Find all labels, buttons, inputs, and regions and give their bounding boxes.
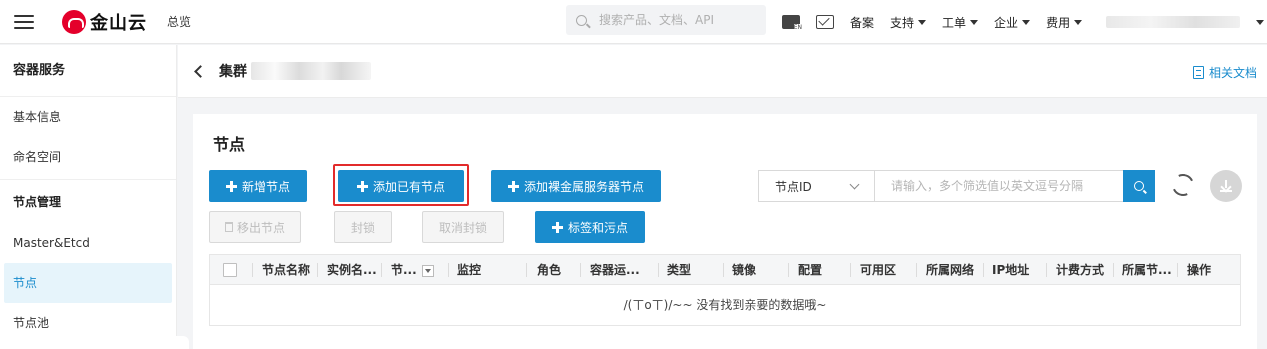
chevron-down-icon	[849, 179, 860, 190]
topnav-beian[interactable]: 备案	[850, 14, 874, 31]
topnav-enterprise[interactable]: 企业	[994, 14, 1031, 31]
topnav-ticket[interactable]: 工单	[942, 14, 979, 31]
brand-logo[interactable]: 金山云	[62, 9, 147, 35]
caret-down-icon	[1022, 19, 1031, 25]
topnav-billing[interactable]: 费用	[1046, 14, 1083, 31]
plus-icon	[551, 221, 563, 233]
select-all-checkbox[interactable]	[223, 263, 237, 277]
col-instance-name[interactable]: 实例名...	[327, 255, 377, 285]
add-baremetal-node-button[interactable]: 添加裸金属服务器节点	[491, 170, 661, 202]
col-monitor[interactable]: 监控	[457, 255, 481, 285]
page-header: 集群 相关文档	[178, 45, 1267, 98]
col-container-runtime[interactable]: 容器运...	[590, 255, 640, 285]
uncordon-button[interactable]: 取消封锁	[422, 211, 504, 243]
sidebar-item-node-pool[interactable]: 节点池	[0, 303, 176, 343]
filter-field-select[interactable]: 节点ID	[759, 171, 875, 201]
col-node-name[interactable]: 节点名称	[262, 255, 310, 285]
col-image[interactable]: 镜像	[732, 255, 756, 285]
translate-icon[interactable]	[782, 15, 803, 31]
empty-state-message: /(ㄒoㄒ)/~~ 没有找到亲要的数据哦~	[623, 298, 827, 312]
col-role[interactable]: 角色	[537, 255, 561, 285]
menu-icon[interactable]	[14, 14, 34, 29]
caret-down-icon	[970, 19, 979, 25]
cloud-logo-icon	[62, 9, 86, 34]
col-node-status[interactable]: 节...	[391, 255, 434, 285]
sidebar-group-node-management[interactable]: 节点管理	[0, 179, 176, 223]
nodes-panel: 节点 新增节点 添加已有节点 添加裸金属服务器节点 移出节点 封锁 取消封锁 标…	[193, 114, 1257, 349]
sidebar: 容器服务 基本信息 命名空间 节点管理 Master&Etcd 节点 节点池	[0, 45, 177, 349]
add-node-button[interactable]: 新增节点	[209, 170, 307, 202]
col-config[interactable]: 配置	[798, 255, 822, 285]
sidebar-item-namespace[interactable]: 命名空间	[0, 137, 176, 177]
search-icon	[576, 14, 587, 26]
caret-down-icon	[1074, 19, 1083, 25]
table-header: 节点名称 实例名... 节... 监控 角色 容器运... 类型 镜像 配置 可…	[210, 255, 1240, 285]
sidebar-collapse-handle[interactable]	[175, 336, 189, 349]
col-actions: 操作	[1187, 263, 1212, 277]
refresh-icon[interactable]	[1168, 170, 1198, 200]
related-docs-label: 相关文档	[1208, 66, 1257, 80]
filter-search-button[interactable]	[1123, 170, 1155, 202]
topnav-support[interactable]: 支持	[890, 14, 927, 31]
cluster-name-redacted	[251, 62, 371, 80]
remove-node-button[interactable]: 移出节点	[209, 211, 301, 243]
nodes-table: 节点名称 实例名... 节... 监控 角色 容器运... 类型 镜像 配置 可…	[209, 254, 1241, 326]
global-search[interactable]	[566, 5, 766, 35]
caret-down-icon	[918, 19, 927, 25]
download-icon[interactable]	[1210, 170, 1242, 202]
col-network[interactable]: 所属网络	[926, 255, 974, 285]
node-filter: 节点ID	[758, 170, 1155, 202]
brand-name: 金山云	[90, 12, 147, 34]
related-docs-link[interactable]: 相关文档	[1192, 64, 1257, 81]
mail-icon[interactable]	[816, 15, 834, 29]
page-title: 节点	[213, 135, 246, 154]
overview-link[interactable]: 总览	[167, 13, 191, 30]
sidebar-item-master-etcd[interactable]: Master&Etcd	[0, 223, 176, 263]
column-filter-icon[interactable]	[421, 264, 434, 277]
sidebar-item-nodes[interactable]: 节点	[4, 263, 172, 303]
cluster-label: 集群	[219, 64, 247, 80]
highlight-box	[333, 164, 469, 206]
sidebar-item-basic-info[interactable]: 基本信息	[0, 97, 176, 137]
col-billing[interactable]: 计费方式	[1056, 255, 1104, 285]
search-icon	[1134, 181, 1144, 191]
plus-icon	[225, 180, 237, 192]
document-icon	[1192, 66, 1204, 79]
col-node-pool[interactable]: 所属节...	[1122, 255, 1172, 285]
col-ip-address[interactable]: IP地址	[992, 255, 1029, 285]
plus-icon	[507, 180, 519, 192]
filter-input[interactable]	[875, 171, 1123, 201]
sidebar-title: 容器服务	[0, 45, 176, 97]
trash-icon	[224, 222, 233, 232]
col-zone[interactable]: 可用区	[860, 255, 896, 285]
account-name-redacted[interactable]	[1106, 16, 1241, 28]
col-type[interactable]: 类型	[667, 255, 691, 285]
labels-taints-button[interactable]: 标签和污点	[535, 211, 645, 243]
account-caret-down-icon[interactable]	[1256, 19, 1265, 25]
search-input[interactable]	[599, 13, 759, 27]
back-arrow-icon[interactable]	[194, 64, 207, 78]
cordon-button[interactable]: 封锁	[334, 211, 392, 243]
top-nav-bar: 金山云 总览 备案 支持 工单 企业 费用	[0, 0, 1267, 44]
